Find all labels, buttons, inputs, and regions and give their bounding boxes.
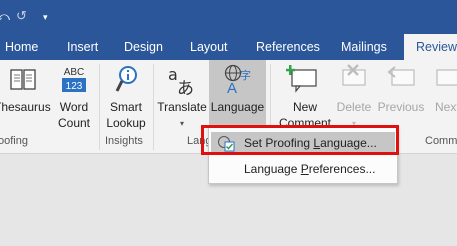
set-proofing-text-b: anguage... <box>320 136 377 150</box>
language-globe-icon: 字 A <box>224 64 251 95</box>
proofing-check-icon <box>218 136 235 152</box>
group-label-insights: Insights <box>105 135 143 147</box>
lang-prefs-accelerator: P <box>300 162 309 176</box>
group-separator <box>99 64 100 150</box>
translate-button[interactable]: a あ Translate ▾ <box>156 60 208 130</box>
abc-123-icon: ABC 123 <box>62 67 86 92</box>
tab-home[interactable]: Home <box>5 34 38 60</box>
next-comment-icon <box>436 69 457 86</box>
delete-label: Delete <box>336 100 372 114</box>
language-button[interactable]: 字 A Language <box>209 60 266 126</box>
delete-comment-icon <box>342 64 366 86</box>
next-label: Next <box>435 100 457 114</box>
customize-toolbar-icon[interactable]: ▾ <box>43 0 48 34</box>
group-label-proofing: oofing <box>0 135 28 147</box>
word-count-label-2: Count <box>57 116 91 130</box>
language-label: Language <box>210 100 265 114</box>
svg-text:A: A <box>227 80 237 95</box>
smart-lookup-label-1: Smart <box>109 100 142 114</box>
redo-icon[interactable]: ↺ <box>16 0 27 33</box>
language-dropdown-menu: Set Proofing Language... Language Prefer… <box>208 126 398 184</box>
language-preferences-item[interactable]: Language Preferences... <box>211 158 395 181</box>
tab-mailings[interactable]: Mailings <box>341 34 387 60</box>
group-label-comments: Comm <box>425 135 457 147</box>
tab-insert[interactable]: Insert <box>67 34 98 60</box>
tab-design[interactable]: Design <box>124 34 163 60</box>
set-proofing-language-item[interactable]: Set Proofing Language... <box>211 132 395 155</box>
svg-text:123: 123 <box>66 81 83 92</box>
book-icon <box>10 69 36 90</box>
chevron-down-icon: ▾ <box>179 119 184 128</box>
ribbon-tab-row: Home Insert Design Layout References Mai… <box>0 34 457 61</box>
undo-icon[interactable]: ⤺ <box>0 0 10 34</box>
previous-comment-icon <box>387 66 415 86</box>
tab-references[interactable]: References <box>256 34 320 60</box>
lang-prefs-text-a: Language <box>244 162 301 176</box>
new-comment-button[interactable]: New Comment <box>274 60 336 130</box>
next-comment-button[interactable]: Next <box>431 60 457 130</box>
svg-text:あ: あ <box>177 79 194 96</box>
set-proofing-text-a: Set Proofing <box>244 136 314 150</box>
new-comment-label-1: New <box>292 100 317 114</box>
title-bar: ⤺ ↺ ▾ <box>0 0 457 34</box>
new-comment-icon <box>286 65 317 93</box>
word-count-label-1: Word <box>59 100 89 114</box>
word-count-button[interactable]: ABC 123 Word Count <box>54 60 94 130</box>
svg-text:字: 字 <box>240 68 251 82</box>
magnifier-info-icon <box>115 66 137 92</box>
tab-review[interactable]: Review <box>404 34 457 61</box>
smart-lookup-label-2: Lookup <box>106 116 146 130</box>
smart-lookup-button[interactable]: Smart Lookup <box>103 60 149 130</box>
translate-icon: a あ <box>168 65 194 96</box>
previous-comment-button[interactable]: Previous <box>376 60 426 130</box>
translate-label: Translate <box>157 100 207 114</box>
svg-text:ABC: ABC <box>64 67 85 78</box>
previous-label: Previous <box>377 100 425 114</box>
tab-layout[interactable]: Layout <box>190 34 228 60</box>
delete-comment-button[interactable]: Delete ▾ <box>336 60 372 130</box>
group-separator <box>153 64 154 150</box>
lang-prefs-text-b: references... <box>308 162 376 176</box>
thesaurus-label: Thesaurus <box>0 100 51 114</box>
thesaurus-button[interactable]: Thesaurus <box>0 60 51 130</box>
